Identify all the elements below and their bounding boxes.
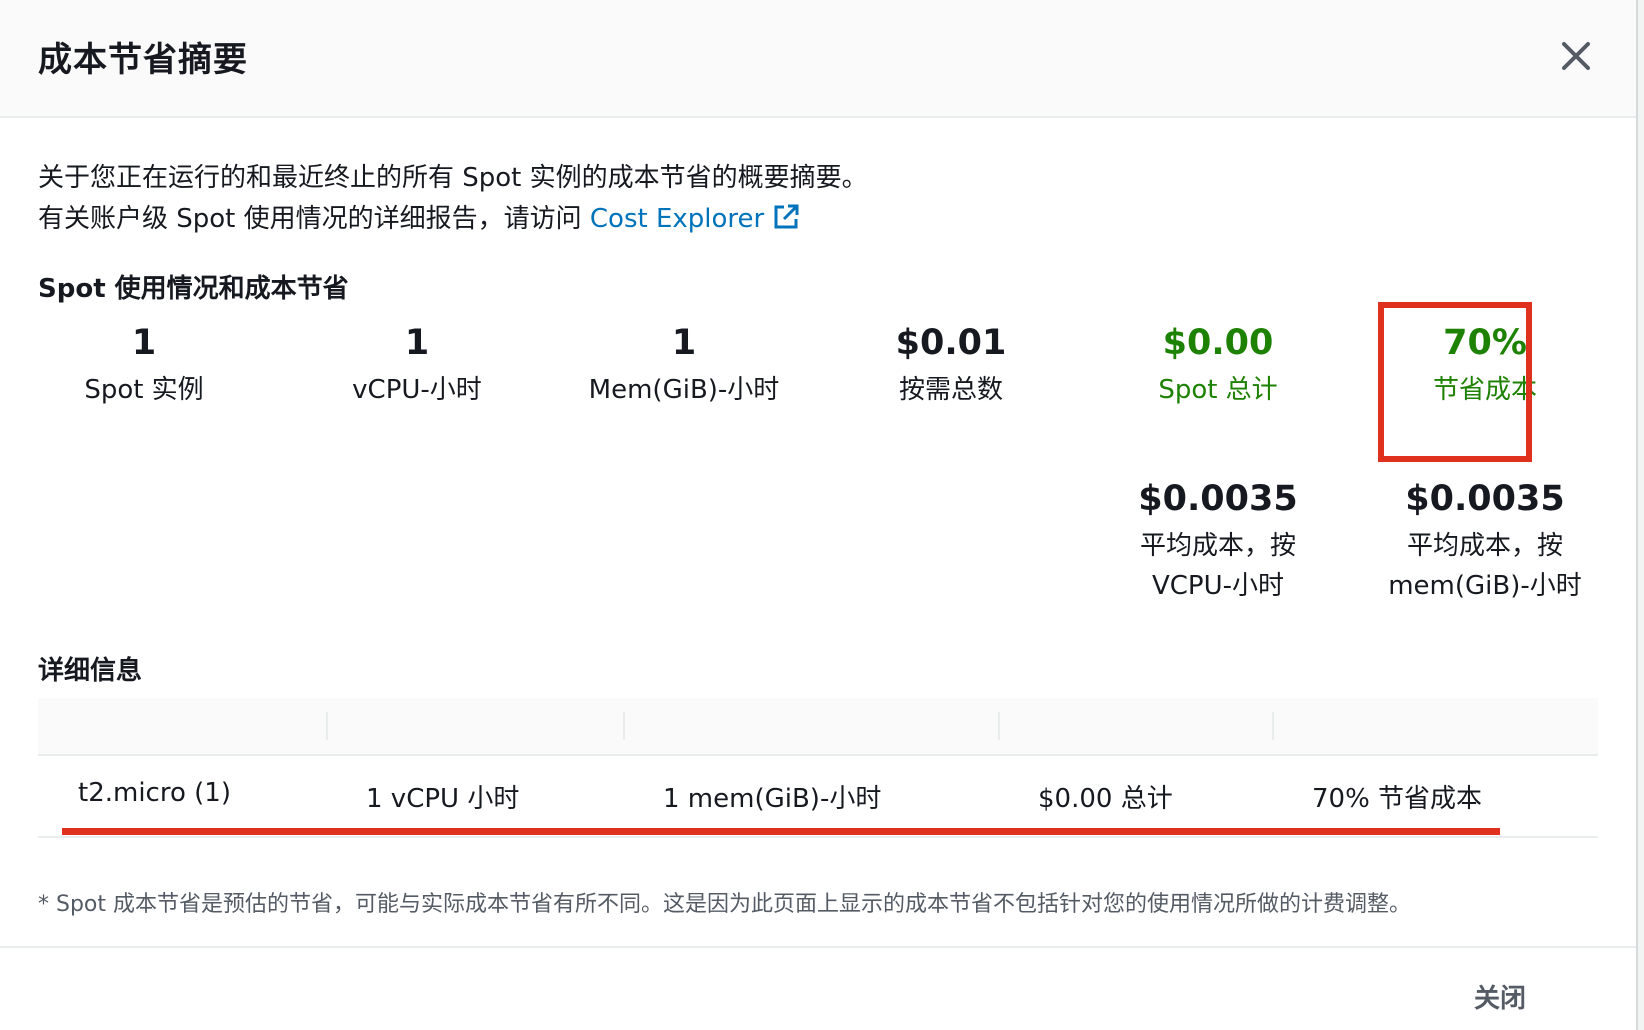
savings-highlight-box (1378, 302, 1532, 462)
stat-vcpu-hours: 1 vCPU-小时 (284, 322, 550, 410)
close-icon[interactable] (1556, 36, 1596, 76)
modal-header: 成本节省摘要 (0, 0, 1636, 118)
cell-mem-hours: 1 mem(GiB)-小时 (663, 784, 882, 814)
stat-label-line-1: 平均成本，按 (1406, 531, 1563, 561)
close-button[interactable]: 关闭 (1474, 978, 1526, 1015)
stat-avg-cost-mem: $0.0035 平均成本，按 mem(GiB)-小时 (1352, 478, 1618, 606)
stat-label: 平均成本，按 VCPU-小时 (1085, 526, 1351, 606)
stat-label: Mem(GiB)-小时 (588, 375, 780, 405)
stat-spot-instances: 1 Spot 实例 (11, 322, 277, 410)
cell-vcpu-hours: 1 vCPU 小时 (366, 784, 520, 814)
cost-explorer-link-label[interactable]: Cost Explorer (590, 204, 764, 234)
cell-spot-total: $0.00 总计 (1038, 784, 1173, 814)
stat-spot-total: $0.00 Spot 总计 (1085, 322, 1351, 410)
usage-section-title: Spot 使用情况和成本节省 (38, 274, 349, 304)
stat-value: 1 (671, 323, 697, 363)
footnote: * Spot 成本节省是预估的节省，可能与实际成本节省有所不同。这是因为此页面上… (38, 892, 1412, 917)
intro-line-2-prefix: 有关账户级 Spot 使用情况的详细报告，请访问 (38, 204, 590, 234)
stat-label-line-2: mem(GiB)-小时 (1388, 571, 1582, 601)
stat-label: Spot 实例 (84, 375, 204, 405)
stat-mem-hours: 1 Mem(GiB)-小时 (551, 322, 817, 410)
stat-on-demand-total: $0.01 按需总数 (818, 322, 1084, 410)
stat-value: $0.0035 (1138, 479, 1298, 519)
external-link-icon[interactable] (772, 203, 800, 231)
intro-text: 关于您正在运行的和最近终止的所有 Spot 实例的成本节省的概要摘要。 有关账户… (38, 158, 868, 240)
intro-line-2: 有关账户级 Spot 使用情况的详细报告，请访问 Cost Explorer (38, 199, 868, 240)
table-row: t2.micro (1) 1 vCPU 小时 1 mem(GiB)-小时 $0.… (38, 756, 1598, 838)
stat-value: $0.0035 (1405, 479, 1565, 519)
stat-label: 按需总数 (898, 375, 1003, 405)
row-highlight-underline (62, 828, 1500, 835)
stat-value: $0.01 (895, 323, 1007, 363)
column-divider[interactable] (998, 712, 1000, 740)
column-divider[interactable] (623, 712, 625, 740)
details-table-header (38, 698, 1598, 756)
stat-avg-cost-vcpu: $0.0035 平均成本，按 VCPU-小时 (1085, 478, 1351, 606)
stat-value: $0.00 (1162, 323, 1274, 363)
cost-explorer-link[interactable]: Cost Explorer (590, 204, 800, 234)
stat-label: Spot 总计 (1158, 375, 1278, 405)
stat-label: vCPU-小时 (352, 375, 482, 405)
column-divider[interactable] (326, 712, 328, 740)
modal-title: 成本节省摘要 (38, 40, 248, 80)
cell-savings: 70% 节省成本 (1312, 784, 1483, 814)
stat-label-line-2: VCPU-小时 (1151, 571, 1285, 601)
column-divider[interactable] (1272, 712, 1274, 740)
cell-instance-type: t2.micro (1) (78, 778, 231, 808)
details-section-title: 详细信息 (38, 656, 143, 686)
cost-savings-modal: 成本节省摘要 关于您正在运行的和最近终止的所有 Spot 实例的成本节省的概要摘… (0, 0, 1638, 1030)
stat-label: 平均成本，按 mem(GiB)-小时 (1352, 526, 1618, 606)
stat-label-line-1: 平均成本，按 (1139, 531, 1296, 561)
footer-divider (0, 946, 1636, 948)
page-edge (1638, 0, 1644, 1030)
intro-line-1: 关于您正在运行的和最近终止的所有 Spot 实例的成本节省的概要摘要。 (38, 163, 868, 193)
stat-value: 1 (131, 323, 157, 363)
stat-value: 1 (404, 323, 430, 363)
